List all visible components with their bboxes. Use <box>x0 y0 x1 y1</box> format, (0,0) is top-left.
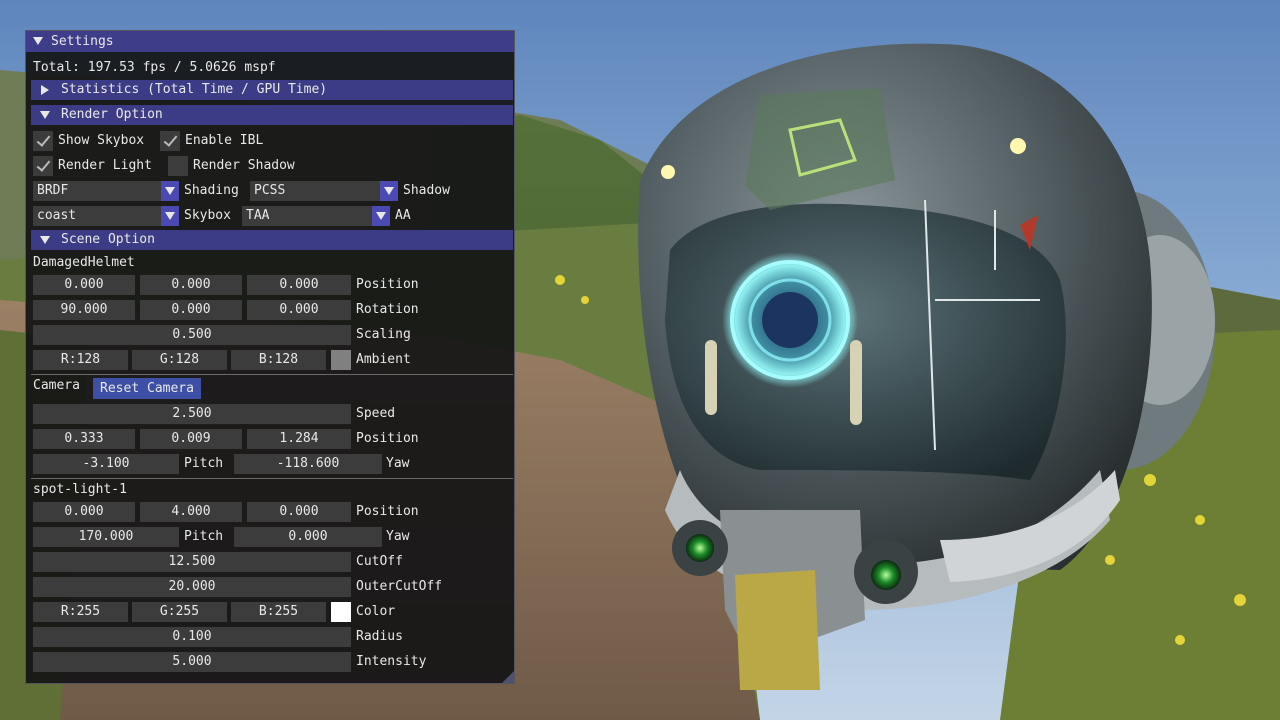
light-intensity-label: Intensity <box>356 654 427 669</box>
model-position-y-input[interactable]: 0.000 <box>140 275 242 295</box>
skybox-label: Skybox <box>184 208 231 223</box>
light-color-swatch[interactable] <box>331 602 351 622</box>
skybox-select-value: coast <box>37 208 77 223</box>
model-scaling-label: Scaling <box>356 327 411 342</box>
settings-window[interactable]: Settings Total: 197.53 fps / 5.0626 mspf… <box>25 30 515 684</box>
reset-camera-button[interactable]: Reset Camera <box>93 378 201 399</box>
render-shadow-checkbox[interactable] <box>168 156 188 176</box>
ambient-r-input[interactable]: R:128 <box>33 350 128 370</box>
chevron-down-icon <box>165 187 175 195</box>
model-position-label: Position <box>356 277 419 292</box>
light-radius-label: Radius <box>356 629 403 644</box>
camera-position-x-input[interactable]: 0.333 <box>33 429 135 449</box>
enable-ibl-label: Enable IBL <box>185 133 264 148</box>
checkmark-icon <box>36 132 51 147</box>
shadow-select[interactable]: PCSS <box>250 181 398 201</box>
camera-pitch-input[interactable]: -3.100 <box>33 454 179 474</box>
light-cutoff-label: CutOff <box>356 554 403 569</box>
light-intensity-input[interactable]: 5.000 <box>33 652 351 672</box>
light-cutoff-input[interactable]: 12.500 <box>33 552 351 572</box>
aa-select-value: TAA <box>246 208 270 223</box>
chevron-down-icon <box>376 212 386 220</box>
camera-position-label: Position <box>356 431 419 446</box>
ambient-b-input[interactable]: B:128 <box>231 350 326 370</box>
light-position-label: Position <box>356 504 419 519</box>
camera-label: Camera <box>33 378 80 393</box>
camera-position-y-input[interactable]: 0.009 <box>140 429 242 449</box>
light-pitch-input[interactable]: 170.000 <box>33 527 179 547</box>
model-position-x-input[interactable]: 0.000 <box>33 275 135 295</box>
model-rotation-y-input[interactable]: 0.000 <box>140 300 242 320</box>
light-yaw-input[interactable]: 0.000 <box>234 527 382 547</box>
model-rotation-label: Rotation <box>356 302 419 317</box>
settings-title-bar[interactable]: Settings <box>26 31 514 52</box>
shading-select-value: BRDF <box>37 183 69 198</box>
camera-position-z-input[interactable]: 1.284 <box>247 429 351 449</box>
model-rotation-z-input[interactable]: 0.000 <box>247 300 351 320</box>
dropdown-button[interactable] <box>380 181 398 201</box>
render-light-label: Render Light <box>58 158 152 173</box>
collapse-arrow-icon <box>40 236 50 244</box>
render-shadow-label: Render Shadow <box>193 158 295 173</box>
light-color-label: Color <box>356 604 396 619</box>
scene-option-header[interactable]: Scene Option <box>31 230 513 250</box>
light-color-g-input[interactable]: G:255 <box>132 602 227 622</box>
dropdown-button[interactable] <box>161 181 179 201</box>
light-outer-cutoff-label: OuterCutOff <box>356 579 443 594</box>
ambient-color-swatch[interactable] <box>331 350 351 370</box>
light-outer-cutoff-input[interactable]: 20.000 <box>33 577 351 597</box>
shading-label: Shading <box>184 183 239 198</box>
checkmark-icon <box>36 157 51 172</box>
window-title: Settings <box>51 34 114 49</box>
shading-select[interactable]: BRDF <box>33 181 179 201</box>
collapse-arrow-icon <box>40 111 50 119</box>
statistics-header[interactable]: Statistics (Total Time / GPU Time) <box>31 80 513 100</box>
model-rotation-x-input[interactable]: 90.000 <box>33 300 135 320</box>
light-color-b-input[interactable]: B:255 <box>231 602 326 622</box>
aa-label: AA <box>395 208 411 223</box>
collapse-arrow-icon[interactable] <box>33 37 43 45</box>
light-name: spot-light-1 <box>33 482 127 497</box>
expand-arrow-icon <box>41 85 49 95</box>
checkmark-icon <box>163 132 178 147</box>
statistics-header-label: Statistics (Total Time / GPU Time) <box>61 82 328 97</box>
render-option-header-label: Render Option <box>61 107 163 122</box>
fps-readout: Total: 197.53 fps / 5.0626 mspf <box>33 60 276 75</box>
resize-grip-icon[interactable] <box>502 671 514 683</box>
light-position-y-input[interactable]: 4.000 <box>140 502 242 522</box>
light-color-r-input[interactable]: R:255 <box>33 602 128 622</box>
render-option-header[interactable]: Render Option <box>31 105 513 125</box>
scene-option-header-label: Scene Option <box>61 232 155 247</box>
show-skybox-label: Show Skybox <box>58 133 145 148</box>
divider <box>31 374 513 375</box>
aa-select[interactable]: TAA <box>242 206 390 226</box>
enable-ibl-checkbox[interactable] <box>160 131 180 151</box>
show-skybox-checkbox[interactable] <box>33 131 53 151</box>
light-radius-input[interactable]: 0.100 <box>33 627 351 647</box>
chevron-down-icon <box>384 187 394 195</box>
light-position-x-input[interactable]: 0.000 <box>33 502 135 522</box>
camera-pitch-label: Pitch <box>184 456 224 471</box>
skybox-select[interactable]: coast <box>33 206 179 226</box>
shadow-select-value: PCSS <box>254 183 286 198</box>
chevron-down-icon <box>165 212 175 220</box>
light-pitch-label: Pitch <box>184 529 224 544</box>
model-position-z-input[interactable]: 0.000 <box>247 275 351 295</box>
ambient-label: Ambient <box>356 352 411 367</box>
ambient-g-input[interactable]: G:128 <box>132 350 227 370</box>
light-yaw-label: Yaw <box>386 529 410 544</box>
camera-yaw-input[interactable]: -118.600 <box>234 454 382 474</box>
divider <box>31 478 513 479</box>
light-position-z-input[interactable]: 0.000 <box>247 502 351 522</box>
camera-yaw-label: Yaw <box>386 456 410 471</box>
shadow-label: Shadow <box>403 183 450 198</box>
dropdown-button[interactable] <box>161 206 179 226</box>
camera-speed-label: Speed <box>356 406 396 421</box>
model-scaling-input[interactable]: 0.500 <box>33 325 351 345</box>
camera-speed-input[interactable]: 2.500 <box>33 404 351 424</box>
dropdown-button[interactable] <box>372 206 390 226</box>
render-light-checkbox[interactable] <box>33 156 53 176</box>
model-name: DamagedHelmet <box>33 255 135 270</box>
